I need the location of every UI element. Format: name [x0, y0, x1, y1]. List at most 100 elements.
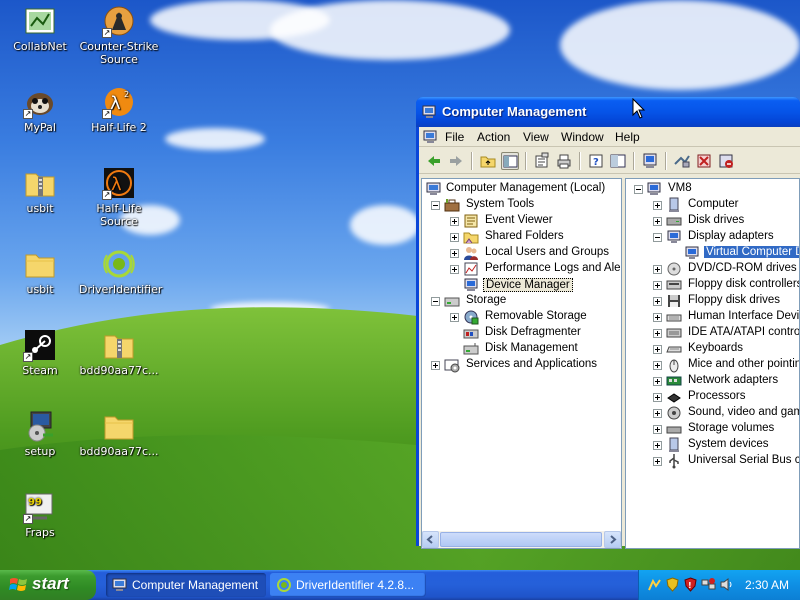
horizontal-scrollbar[interactable]: [422, 531, 621, 548]
tree-item-root[interactable]: Computer Management (Local): [426, 181, 621, 197]
device-category-disk-drives[interactable]: Disk drives: [666, 213, 799, 229]
tree-item-shared-folders[interactable]: Shared Folders: [463, 229, 613, 245]
expand-toggle[interactable]: [450, 233, 459, 242]
expand-toggle[interactable]: [653, 457, 662, 466]
tree-item-services[interactable]: Services and Applications: [444, 357, 614, 373]
menu-help[interactable]: Help: [615, 130, 640, 144]
collapse-toggle[interactable]: [634, 185, 643, 194]
properties-icon[interactable]: [533, 152, 551, 170]
security-alert-icon[interactable]: !: [683, 577, 698, 592]
tree-item-event-viewer[interactable]: Event Viewer: [463, 213, 613, 229]
desktop-icon-fraps[interactable]: 99 ↗ Fraps: [0, 490, 80, 539]
taskbar-button-computer-management[interactable]: Computer Management: [106, 573, 266, 597]
device-category-processors[interactable]: Processors: [666, 389, 799, 405]
device-category-mice[interactable]: Mice and other pointing: [666, 357, 799, 373]
collapse-toggle[interactable]: [431, 297, 440, 306]
expand-toggle[interactable]: [653, 313, 662, 322]
desktop-icon-driveridentifier[interactable]: DriverIdentifier: [79, 247, 162, 296]
desktop-icon-collabnet[interactable]: CollabNet: [0, 4, 80, 53]
menu-action[interactable]: Action: [477, 130, 510, 144]
desktop-icon-steam[interactable]: ↗ Steam: [0, 328, 80, 377]
tree-item-storage[interactable]: Storage: [444, 293, 594, 309]
expand-toggle[interactable]: [653, 297, 662, 306]
desktop-icon-setup[interactable]: setup: [0, 409, 80, 458]
update-driver-icon[interactable]: [673, 152, 691, 170]
tree-item-device-manager[interactable]: Device Manager: [463, 277, 583, 293]
window-titlebar[interactable]: Computer Management: [416, 97, 800, 127]
expand-toggle[interactable]: [653, 441, 662, 450]
device-category-computer[interactable]: Computer: [666, 197, 799, 213]
tree-item-disk-management[interactable]: Disk Management: [463, 341, 613, 357]
clock[interactable]: 2:30 AM: [745, 578, 789, 592]
disable-icon[interactable]: [717, 152, 735, 170]
console-tree-pane[interactable]: Computer Management (Local) System Tools…: [421, 178, 622, 549]
tree-item-removable-storage[interactable]: Removable Storage: [463, 309, 613, 325]
expand-toggle[interactable]: [653, 217, 662, 226]
expand-toggle[interactable]: [653, 393, 662, 402]
expand-toggle[interactable]: [653, 281, 662, 290]
start-button[interactable]: start: [0, 570, 96, 600]
device-category-dvd[interactable]: DVD/CD-ROM drives: [666, 261, 799, 277]
expand-toggle[interactable]: [450, 249, 459, 258]
desktop-icon-bdd90-zip[interactable]: bdd90aa77c...: [79, 328, 159, 377]
device-category-sound[interactable]: Sound, video and game: [666, 405, 799, 421]
desktop-icon-usbit-zip[interactable]: usbit: [0, 166, 80, 215]
expand-toggle[interactable]: [450, 313, 459, 322]
back-icon[interactable]: [425, 152, 443, 170]
device-category-keyboards[interactable]: Keyboards: [666, 341, 799, 357]
device-category-hid[interactable]: Human Interface Device: [666, 309, 799, 325]
uninstall-icon[interactable]: [695, 152, 713, 170]
security-shield-icon[interactable]: [665, 577, 680, 592]
desktop-icon-half-life-2[interactable]: λ2 ↗ Half-Life 2: [79, 85, 159, 134]
scroll-thumb[interactable]: [440, 532, 602, 547]
taskbar-button-driveridentifier[interactable]: DriverIdentifier 4.2.8...: [270, 573, 426, 597]
device-category-floppy-controllers[interactable]: Floppy disk controllers: [666, 277, 799, 293]
expand-toggle[interactable]: [653, 265, 662, 274]
device-category-system-devices[interactable]: System devices: [666, 437, 799, 453]
collapse-toggle[interactable]: [431, 201, 440, 210]
expand-toggle[interactable]: [653, 425, 662, 434]
device-category-display-adapters[interactable]: Display adapters: [666, 229, 799, 245]
expand-toggle[interactable]: [431, 361, 440, 370]
up-folder-icon[interactable]: [479, 152, 497, 170]
export-list-icon[interactable]: [609, 152, 627, 170]
scan-hardware-icon[interactable]: [641, 152, 659, 170]
forward-icon[interactable]: [447, 152, 465, 170]
expand-toggle[interactable]: [653, 377, 662, 386]
desktop-icon-usbit-folder[interactable]: usbit: [0, 247, 80, 296]
device-category-network[interactable]: Network adapters: [666, 373, 799, 389]
device-root-vm8[interactable]: VM8: [646, 181, 799, 197]
tree-item-local-users[interactable]: Local Users and Groups: [463, 245, 621, 261]
scroll-left-button[interactable]: [422, 531, 439, 548]
menu-file[interactable]: File: [445, 130, 464, 144]
device-category-storage-volumes[interactable]: Storage volumes: [666, 421, 799, 437]
scroll-right-button[interactable]: [604, 531, 621, 548]
desktop-icon-half-life-source[interactable]: λ ↗ Half-Life Source: [79, 166, 159, 228]
desktop-icon-bdd90-folder[interactable]: bdd90aa77c...: [79, 409, 159, 458]
expand-toggle[interactable]: [653, 345, 662, 354]
device-category-usb[interactable]: Universal Serial Bus cont: [666, 453, 799, 469]
expand-toggle[interactable]: [450, 217, 459, 226]
menu-view[interactable]: View: [523, 130, 549, 144]
network-tray-icon[interactable]: [647, 577, 662, 592]
device-list-pane[interactable]: VM8 Computer Disk drives Display adapter…: [625, 178, 800, 549]
mmc-icon[interactable]: [423, 129, 439, 145]
collapse-toggle[interactable]: [653, 233, 662, 242]
desktop-icon-mypal[interactable]: ↗ MyPal: [0, 85, 80, 134]
device-virtual-display[interactable]: Virtual Computer Dis: [684, 245, 799, 261]
device-category-ide[interactable]: IDE ATA/ATAPI controlle: [666, 325, 799, 341]
volume-icon[interactable]: [719, 577, 734, 592]
expand-toggle[interactable]: [653, 201, 662, 210]
tree-item-disk-defragmenter[interactable]: Disk Defragmenter: [463, 325, 613, 341]
help-icon[interactable]: ?: [587, 152, 605, 170]
expand-toggle[interactable]: [653, 329, 662, 338]
tree-item-system-tools[interactable]: System Tools: [444, 197, 614, 213]
expand-toggle[interactable]: [450, 265, 459, 274]
tree-item-performance-logs[interactable]: Performance Logs and Alerts: [463, 261, 621, 277]
show-tree-icon[interactable]: [501, 152, 519, 170]
expand-toggle[interactable]: [653, 361, 662, 370]
expand-toggle[interactable]: [653, 409, 662, 418]
device-category-floppy-drives[interactable]: Floppy disk drives: [666, 293, 799, 309]
print-icon[interactable]: [555, 152, 573, 170]
desktop-icon-counter-strike[interactable]: ↗ Counter-Strike Source: [79, 4, 159, 66]
